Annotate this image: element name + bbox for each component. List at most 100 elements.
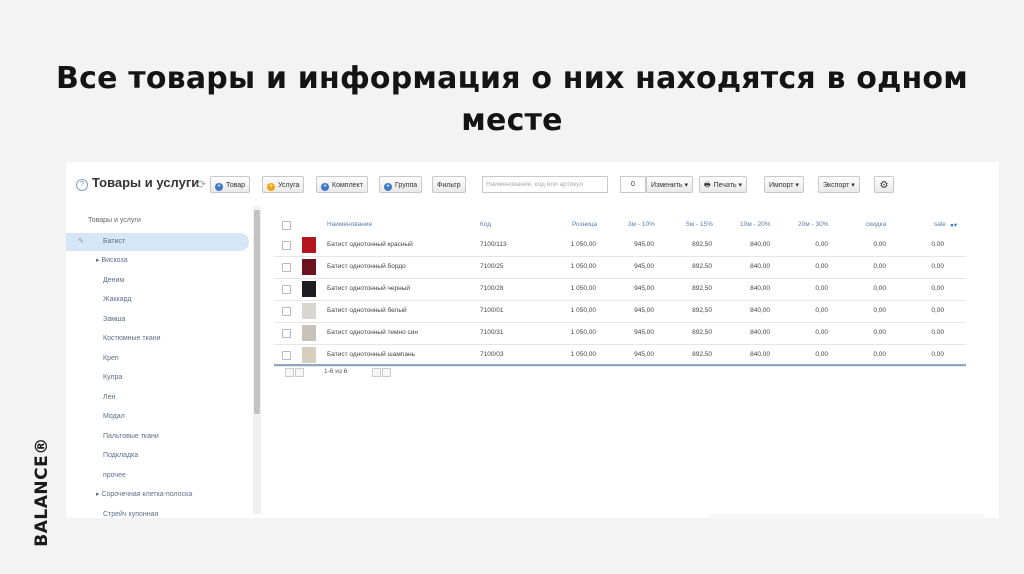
tree-item-label: Модал: [103, 413, 125, 420]
row-checkbox[interactable]: [282, 307, 291, 316]
tree-item[interactable]: ▸ Вискоза: [66, 252, 249, 270]
table-row[interactable]: Батист однотонный бордо 7100/25 1 050,00 94…: [274, 256, 966, 279]
column-settings-icon[interactable]: ●▾: [950, 221, 957, 229]
col-10m[interactable]: 10м - 20%: [740, 221, 771, 228]
product-name[interactable]: Батист однотонный черный: [327, 285, 410, 292]
brand-logo: BALANCE®: [30, 432, 54, 552]
row-checkbox[interactable]: [282, 351, 291, 360]
import-label: Импорт ▾: [769, 182, 799, 189]
tree-item[interactable]: Лен: [66, 389, 249, 407]
plus-icon: +: [384, 183, 392, 191]
tree-item[interactable]: Деним: [66, 272, 249, 290]
price-20m: 0,00: [815, 329, 828, 336]
product-name[interactable]: Батист однотонный темно син: [327, 329, 418, 336]
price-20m: 0,00: [815, 285, 828, 292]
product-name[interactable]: Батист однотонный бордо: [327, 263, 406, 270]
export-dropdown[interactable]: Экспорт ▾: [818, 176, 860, 193]
tree-item[interactable]: Костюмные ткани: [66, 330, 249, 348]
change-dropdown[interactable]: Изменить ▾: [646, 176, 694, 193]
price-10m: 840,00: [750, 241, 770, 248]
product-name[interactable]: Батист однотонный красный: [327, 241, 413, 248]
add-product-button[interactable]: + Товар: [210, 176, 251, 193]
prev-page-button[interactable]: [295, 368, 304, 377]
tree-item[interactable]: ▸ Сорочечная клетка-полоска: [66, 486, 249, 504]
refresh-icon[interactable]: ⟳: [197, 178, 206, 191]
tree-item-label: ▸ Сорочечная клетка-полоска: [96, 491, 193, 498]
price-20m: 0,00: [815, 241, 828, 248]
tree-item[interactable]: Креп: [66, 350, 249, 368]
price-3m: 945,00: [634, 329, 654, 336]
col-discount[interactable]: скидка: [866, 221, 886, 228]
row-checkbox[interactable]: [282, 241, 291, 250]
col-20m[interactable]: 20м - 30%: [798, 221, 829, 228]
print-label: Печать ▾: [713, 182, 742, 189]
app-screenshot: ? Товары и услуги ⟳ + Товар + Услуга + Комп…: [66, 162, 999, 518]
product-thumbnail: [302, 325, 316, 341]
first-page-button[interactable]: [285, 368, 294, 377]
table-row[interactable]: Батист однотонный белый 7100/01 1 050,00 94…: [274, 300, 966, 323]
tree-item[interactable]: Кулра: [66, 369, 249, 387]
add-service-button[interactable]: + Услуга: [262, 176, 305, 193]
print-dropdown[interactable]: 🖶 Печать ▾: [699, 176, 747, 193]
next-page-button[interactable]: [372, 368, 381, 377]
last-page-button[interactable]: [382, 368, 391, 377]
col-retail[interactable]: Розница: [572, 221, 597, 228]
col-sale[interactable]: sale: [934, 221, 946, 228]
tree-item-label: ▸ Вискоза: [96, 257, 128, 264]
product-name[interactable]: Батист однотонный шампань: [327, 351, 415, 358]
tree-item[interactable]: Модал: [66, 408, 249, 426]
filter-button[interactable]: Фильтр: [432, 176, 466, 193]
category-tree: Товары и услуги ✎ Батист ▸ Вискоза Деним …: [66, 212, 264, 518]
table-row[interactable]: Батист однотонный красный 7100/113 1 050,0…: [274, 234, 966, 257]
product-code: 7100/31: [480, 329, 504, 336]
tree-item[interactable]: Жаккард: [66, 291, 249, 309]
discount: 0,00: [873, 241, 886, 248]
tree-item[interactable]: Стрейч купонная: [66, 506, 249, 518]
add-service-label: Услуга: [278, 182, 300, 189]
price-20m: 0,00: [815, 351, 828, 358]
price-20m: 0,00: [815, 263, 828, 270]
row-checkbox[interactable]: [282, 263, 291, 272]
search-input[interactable]: Наименование, код или артикул: [482, 176, 608, 193]
table-bottom-border: [274, 364, 966, 366]
pencil-icon[interactable]: ✎: [78, 233, 84, 251]
row-checkbox[interactable]: [282, 285, 291, 294]
import-dropdown[interactable]: Импорт ▾: [764, 176, 804, 193]
product-code: 7100/25: [480, 263, 504, 270]
tree-item-label: Батист: [103, 238, 126, 245]
tree-item[interactable]: прочее: [66, 467, 249, 485]
price-3m: 945,00: [634, 351, 654, 358]
help-icon[interactable]: ?: [76, 179, 88, 191]
col-5m[interactable]: 5м - 15%: [686, 221, 713, 228]
col-3m[interactable]: 3м - 10%: [628, 221, 655, 228]
presentation-slide: Все товары и информация о них находятся …: [0, 0, 1024, 574]
product-name[interactable]: Батист однотонный белый: [327, 307, 407, 314]
price-5m: 892,50: [692, 263, 712, 270]
price-5m: 892,50: [692, 307, 712, 314]
sale: 0,00: [931, 241, 944, 248]
sidebar-scroll-thumb[interactable]: [254, 210, 260, 414]
col-code[interactable]: Код: [480, 221, 491, 228]
tree-item-batist[interactable]: ✎ Батист: [66, 233, 249, 251]
tree-root[interactable]: Товары и услуги: [88, 217, 141, 224]
sale: 0,00: [931, 307, 944, 314]
change-label: Изменить ▾: [651, 182, 689, 189]
pager-info: 1-6 из 6: [324, 368, 348, 375]
col-name[interactable]: Наименование: [327, 221, 372, 228]
table-row[interactable]: Батист однотонный темно син 7100/31 1 050,…: [274, 322, 966, 345]
add-group-button[interactable]: + Группа: [379, 176, 423, 193]
tree-item[interactable]: Замша: [66, 311, 249, 329]
row-checkbox[interactable]: [282, 329, 291, 338]
sale: 0,00: [931, 285, 944, 292]
add-kit-button[interactable]: + Комплект: [316, 176, 368, 193]
export-label: Экспорт ▾: [823, 182, 855, 189]
product-code: 7100/01: [480, 307, 504, 314]
tree-item-label: Подкладка: [103, 452, 139, 459]
select-all-checkbox[interactable]: [282, 221, 291, 230]
tree-item[interactable]: Подкладка: [66, 447, 249, 465]
plus-icon: +: [215, 183, 223, 191]
tree-item[interactable]: Пальтовые ткани: [66, 428, 249, 446]
table-header: Наименование Код Розница 3м - 10% 5м - 1…: [274, 216, 966, 234]
settings-button[interactable]: ⚙: [874, 176, 894, 193]
table-row[interactable]: Батист однотонный черный 7100/28 1 050,00 9…: [274, 278, 966, 301]
